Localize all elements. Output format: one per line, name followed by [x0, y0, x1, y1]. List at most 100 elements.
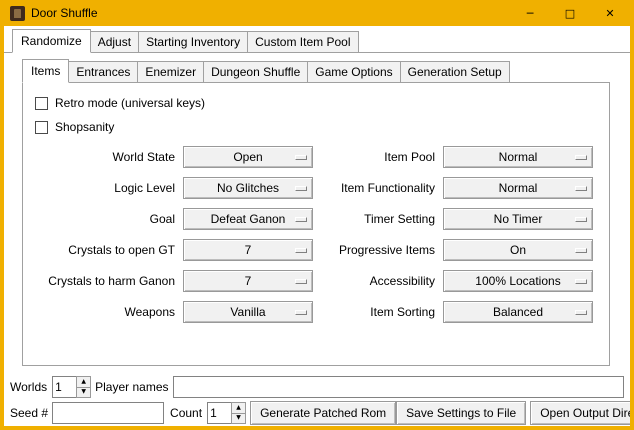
count-spinner-up-button[interactable]: ▲ — [231, 402, 246, 414]
dropdown-value: Open — [233, 150, 262, 164]
close-button[interactable]: ✕ — [590, 0, 630, 26]
window: Door Shuffle ─ □ ✕ Randomize Adjust Star… — [0, 0, 634, 430]
dropdown-indicator-icon — [575, 279, 587, 284]
shopsanity-label: Shopsanity — [55, 120, 114, 134]
options-grid: World State Open Item Pool Normal Logic … — [33, 146, 603, 323]
window-title: Door Shuffle — [31, 6, 98, 20]
dropdown-value: Balanced — [493, 305, 543, 319]
dropdown-value: Defeat Ganon — [211, 212, 286, 226]
shopsanity-checkbox[interactable] — [35, 121, 48, 134]
sub-tab-bar: Items Entrances Enemizer Dungeon Shuffle… — [22, 59, 610, 83]
weapons-label: Weapons — [33, 305, 175, 319]
client-area: Randomize Adjust Starting Inventory Cust… — [4, 26, 630, 422]
tab-custom-item-pool[interactable]: Custom Item Pool — [247, 31, 358, 53]
generate-patched-rom-button[interactable]: Generate Patched Rom — [250, 401, 396, 425]
tab-dungeon-shuffle[interactable]: Dungeon Shuffle — [203, 61, 308, 83]
tab-adjust[interactable]: Adjust — [90, 31, 139, 53]
seed-row: Seed # Count ▲ ▼ Generate Patched Rom — [10, 402, 624, 424]
tab-randomize[interactable]: Randomize — [12, 29, 91, 53]
item-functionality-label: Item Functionality — [321, 181, 435, 195]
minimize-icon: ─ — [527, 8, 534, 19]
count-spinner-down-button[interactable]: ▼ — [231, 414, 246, 425]
retro-mode-row: Retro mode (universal keys) — [33, 91, 603, 115]
shopsanity-row: Shopsanity — [33, 115, 603, 139]
worlds-spinner-down-button[interactable]: ▼ — [76, 388, 91, 399]
timer-setting-dropdown[interactable]: No Timer — [443, 208, 593, 230]
dropdown-indicator-icon — [575, 248, 587, 253]
count-input[interactable] — [207, 402, 231, 424]
player-names-label: Player names — [95, 380, 168, 394]
maximize-icon: □ — [565, 8, 575, 19]
randomize-panel: Items Entrances Enemizer Dungeon Shuffle… — [4, 52, 630, 428]
dropdown-indicator-icon — [295, 279, 307, 284]
worlds-spinbox: ▲ ▼ — [52, 376, 91, 398]
dropdown-indicator-icon — [575, 310, 587, 315]
dropdown-value: 100% Locations — [475, 274, 560, 288]
player-names-input[interactable] — [173, 376, 625, 398]
logic-level-dropdown[interactable]: No Glitches — [183, 177, 313, 199]
maximize-button[interactable]: □ — [550, 0, 590, 26]
dropdown-indicator-icon — [575, 217, 587, 222]
item-sorting-label: Item Sorting — [321, 305, 435, 319]
dropdown-indicator-icon — [575, 155, 587, 160]
tab-starting-inventory[interactable]: Starting Inventory — [138, 31, 248, 53]
dropdown-indicator-icon — [295, 186, 307, 191]
dropdown-value: Normal — [499, 150, 538, 164]
worlds-input[interactable] — [52, 376, 76, 398]
crystals-ganon-dropdown[interactable]: 7 — [183, 270, 313, 292]
seed-label: Seed # — [10, 406, 48, 420]
tab-items[interactable]: Items — [22, 59, 69, 83]
count-spinbox: ▲ ▼ — [207, 402, 246, 424]
world-state-dropdown[interactable]: Open — [183, 146, 313, 168]
main-tab-bar: Randomize Adjust Starting Inventory Cust… — [4, 26, 630, 53]
dropdown-indicator-icon — [575, 186, 587, 191]
tab-generation-setup[interactable]: Generation Setup — [400, 61, 510, 83]
caption-buttons: ─ □ ✕ — [510, 0, 630, 26]
dropdown-indicator-icon — [295, 248, 307, 253]
retro-mode-label: Retro mode (universal keys) — [55, 96, 205, 110]
item-functionality-dropdown[interactable]: Normal — [443, 177, 593, 199]
titlebar[interactable]: Door Shuffle ─ □ ✕ — [4, 0, 630, 26]
items-panel: Retro mode (universal keys) Shopsanity W… — [22, 82, 610, 366]
count-label: Count — [170, 406, 202, 420]
accessibility-label: Accessibility — [321, 274, 435, 288]
dropdown-value: Vanilla — [230, 305, 265, 319]
dropdown-value: 7 — [245, 243, 252, 257]
tab-entrances[interactable]: Entrances — [68, 61, 138, 83]
world-state-label: World State — [33, 150, 175, 164]
timer-setting-label: Timer Setting — [321, 212, 435, 226]
minimize-button[interactable]: ─ — [510, 0, 550, 26]
crystals-gt-dropdown[interactable]: 7 — [183, 239, 313, 261]
retro-mode-checkbox[interactable] — [35, 97, 48, 110]
item-sorting-dropdown[interactable]: Balanced — [443, 301, 593, 323]
progressive-items-dropdown[interactable]: On — [443, 239, 593, 261]
bottom-bar: Worlds ▲ ▼ Player names Seed # — [10, 376, 624, 428]
crystals-ganon-label: Crystals to harm Ganon — [33, 274, 175, 288]
dropdown-value: No Timer — [494, 212, 543, 226]
worlds-row: Worlds ▲ ▼ Player names — [10, 376, 624, 398]
tab-enemizer[interactable]: Enemizer — [137, 61, 204, 83]
save-settings-button[interactable]: Save Settings to File — [396, 401, 526, 425]
goal-dropdown[interactable]: Defeat Ganon — [183, 208, 313, 230]
tab-game-options[interactable]: Game Options — [307, 61, 400, 83]
dropdown-indicator-icon — [295, 155, 307, 160]
crystals-gt-label: Crystals to open GT — [33, 243, 175, 257]
dropdown-indicator-icon — [295, 217, 307, 222]
dropdown-value: On — [510, 243, 526, 257]
worlds-label: Worlds — [10, 380, 47, 394]
dropdown-value: 7 — [245, 274, 252, 288]
item-pool-label: Item Pool — [321, 150, 435, 164]
close-icon: ✕ — [605, 8, 614, 19]
progressive-items-label: Progressive Items — [321, 243, 435, 257]
dropdown-value: No Glitches — [217, 181, 279, 195]
logic-level-label: Logic Level — [33, 181, 175, 195]
worlds-spinner-up-button[interactable]: ▲ — [76, 376, 91, 388]
item-pool-dropdown[interactable]: Normal — [443, 146, 593, 168]
goal-label: Goal — [33, 212, 175, 226]
open-output-directory-button[interactable]: Open Output Directory — [530, 401, 634, 425]
seed-input[interactable] — [52, 402, 164, 424]
dropdown-indicator-icon — [295, 310, 307, 315]
accessibility-dropdown[interactable]: 100% Locations — [443, 270, 593, 292]
dropdown-value: Normal — [499, 181, 538, 195]
weapons-dropdown[interactable]: Vanilla — [183, 301, 313, 323]
